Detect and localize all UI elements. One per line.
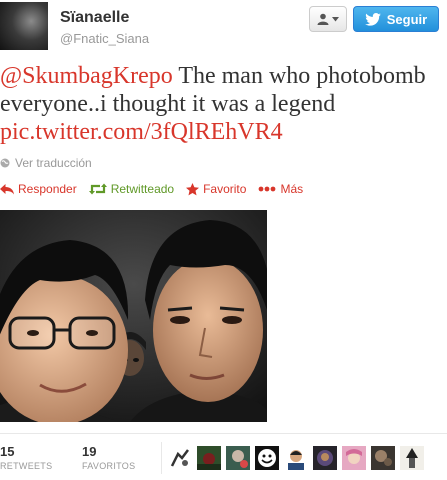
favorite-button[interactable]: Favorito	[186, 182, 246, 196]
translate-label: Ver traducción	[15, 156, 92, 170]
tweet-text: @SkumbagKrepo The man who photobomb ever…	[0, 62, 440, 146]
reply-icon	[0, 183, 14, 194]
globe-icon	[0, 158, 10, 168]
favoriter-avatar[interactable]	[400, 446, 424, 470]
more-label: Más	[280, 182, 304, 196]
follow-button[interactable]: Seguir	[353, 6, 439, 32]
more-button[interactable]: Más	[258, 182, 303, 196]
media-link[interactable]: pic.twitter.com/3fQlREhVR4	[0, 119, 283, 145]
reply-label: Responder	[18, 182, 77, 196]
favoriter-avatar[interactable]	[313, 446, 337, 470]
tweet-text-line2: everyone..i thought it was a legend	[0, 91, 336, 117]
photo-image	[0, 210, 267, 422]
more-dots-icon	[259, 186, 276, 192]
user-fullname[interactable]: Sïanaelle	[60, 9, 129, 27]
tweet-photo[interactable]	[0, 210, 267, 422]
favorites-count: 19	[82, 444, 97, 459]
user-username[interactable]: @Fnatic_Siana	[60, 31, 149, 46]
retweet-icon	[88, 183, 107, 195]
stats-divider	[161, 442, 162, 474]
twitter-bird-icon	[364, 12, 381, 26]
star-icon	[186, 182, 200, 195]
mention-link[interactable]: @SkumbagKrepo	[0, 63, 173, 89]
follow-button-label: Seguir	[386, 11, 428, 27]
favorites-label: FAVORITOS	[82, 461, 136, 471]
tweet-actions: Responder Retwitteado Favorito Más	[0, 182, 315, 196]
favoriter-avatar[interactable]	[371, 446, 395, 470]
favoriter-avatar[interactable]	[168, 446, 192, 470]
reply-button[interactable]: Responder	[0, 182, 77, 196]
chevron-down-icon	[332, 16, 339, 21]
favorites-stat[interactable]: 19 FAVORITOS	[82, 444, 135, 471]
favoriter-avatar[interactable]	[255, 446, 279, 470]
retweets-stat[interactable]: 15 RETWEETS	[0, 444, 52, 471]
favoriter-avatar[interactable]	[226, 446, 250, 470]
person-icon	[317, 13, 329, 25]
favorite-label: Favorito	[203, 182, 247, 196]
tweet-stats: 15 RETWEETS 19 FAVORITOS	[0, 433, 447, 480]
tweet-text-line1: The man who photobomb	[172, 63, 426, 89]
favoriter-avatar[interactable]	[342, 446, 366, 470]
favoriter-avatar[interactable]	[197, 446, 221, 470]
retweets-count: 15	[0, 444, 15, 459]
retweet-label: Retwitteado	[110, 182, 175, 196]
tweet-header: Sïanaelle @Fnatic_Siana Seguir	[0, 0, 447, 56]
retweets-label: RETWEETS	[0, 461, 53, 471]
user-actions-dropdown-button[interactable]	[309, 6, 347, 32]
retweet-button[interactable]: Retwitteado	[88, 182, 175, 196]
favoriter-avatar[interactable]	[284, 446, 308, 470]
avatar[interactable]	[0, 2, 48, 50]
translate-link[interactable]: Ver traducción	[0, 156, 92, 170]
